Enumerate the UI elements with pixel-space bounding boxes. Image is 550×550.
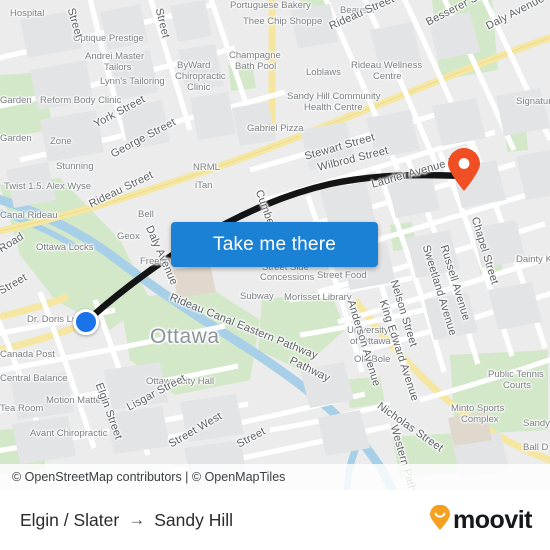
- destination-label: Sandy Hill: [154, 509, 234, 530]
- map-attribution: © OpenStreetMap contributors | © OpenMap…: [0, 464, 550, 490]
- map-canvas[interactable]: Hospital Optique Prestige Andrei Master Tai…: [0, 0, 550, 490]
- arrow-right-icon: →: [128, 510, 146, 529]
- moovit-route-screenshot: Hospital Optique Prestige Andrei Master Tai…: [0, 0, 550, 550]
- attribution-text: © OpenStreetMap contributors | © OpenMap…: [12, 470, 286, 484]
- moovit-wordmark: moovit: [453, 505, 532, 534]
- destination-marker[interactable]: [447, 148, 481, 192]
- footer-bar: Elgin / Slater → Sandy Hill moovit: [0, 490, 550, 550]
- origin-label: Elgin / Slater: [20, 509, 120, 530]
- moovit-pin-icon: [429, 504, 451, 536]
- route-summary: Elgin / Slater → Sandy Hill: [20, 510, 233, 531]
- origin-marker[interactable]: [73, 309, 99, 335]
- moovit-logo: moovit: [429, 504, 532, 536]
- take-me-there-button[interactable]: Take me there: [171, 222, 378, 267]
